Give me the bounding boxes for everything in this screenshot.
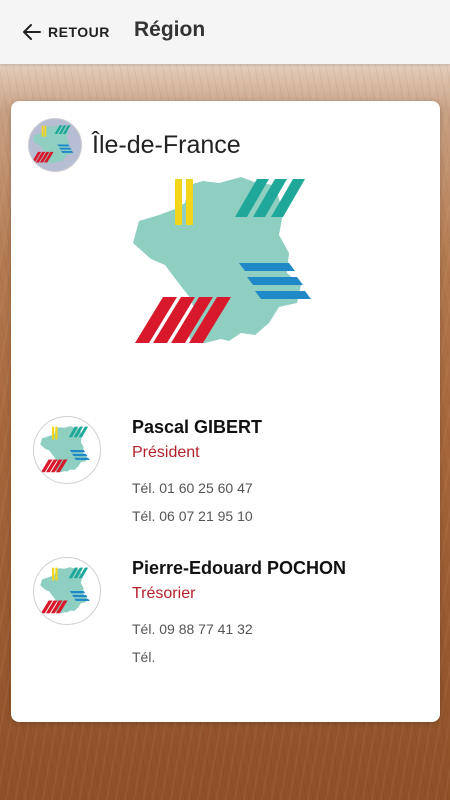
france-map-logo-icon: [32, 125, 74, 164]
region-avatar: [28, 118, 82, 172]
member-avatar: [33, 416, 101, 484]
app-bar: RETOUR Région: [0, 0, 450, 64]
page-title: Région: [134, 18, 206, 41]
member-role: Président: [132, 444, 200, 461]
member-name: Pierre-Edouard POCHON: [132, 558, 347, 578]
member-phone[interactable]: Tél. 01 60 25 60 47: [132, 480, 253, 496]
member-phone[interactable]: Tél. 09 88 77 41 32: [132, 621, 253, 637]
member-role: Trésorier: [132, 585, 196, 602]
member-phone[interactable]: Tél.: [132, 649, 155, 665]
back-label: RETOUR: [48, 24, 110, 40]
france-map-logo-icon: [40, 426, 90, 473]
france-map-logo: [133, 177, 311, 343]
arrow-left-icon: [23, 24, 41, 40]
member-avatar: [33, 557, 101, 625]
member-name: Pascal GIBERT: [132, 417, 263, 437]
region-card: Île-de-France Pascal GIBERT Président Té…: [11, 101, 440, 722]
region-header: Île-de-France: [28, 118, 241, 172]
france-map-logo-icon: [40, 567, 90, 614]
member-phone[interactable]: Tél. 06 07 21 95 10: [132, 508, 253, 524]
back-button[interactable]: RETOUR: [22, 20, 110, 44]
region-name: Île-de-France: [92, 130, 241, 159]
